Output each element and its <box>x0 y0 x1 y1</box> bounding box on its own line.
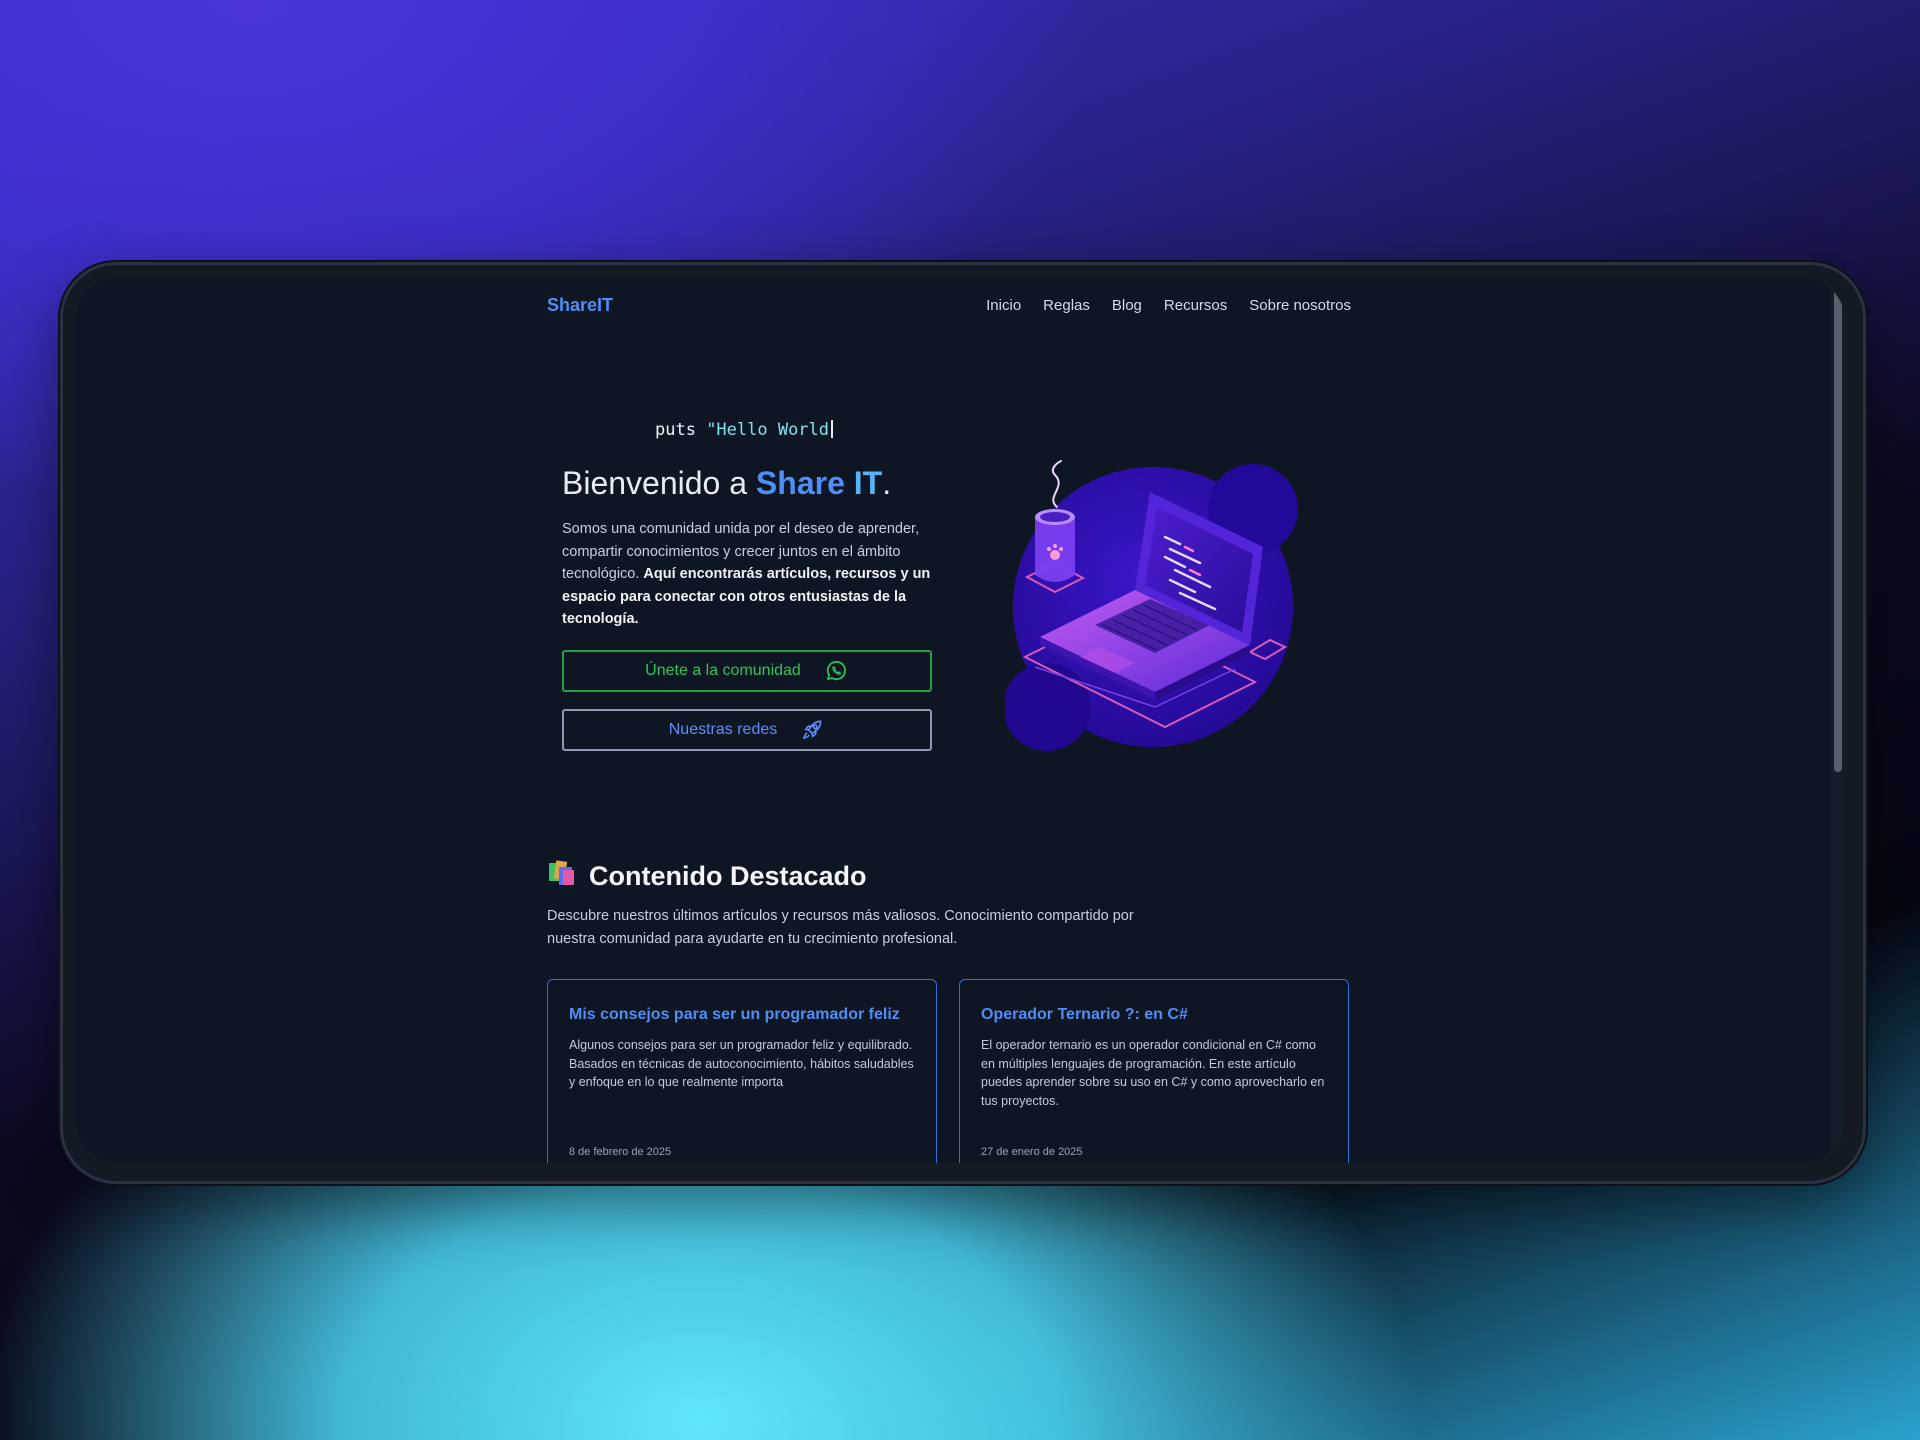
nav-link-recursos[interactable]: Recursos <box>1164 297 1227 314</box>
terminal-string: "Hello World <box>706 420 830 440</box>
social-networks-label: Nuestras redes <box>668 721 778 738</box>
hero-brand-name: Share IT <box>756 465 882 501</box>
nav-link-sobre-nosotros[interactable]: Sobre nosotros <box>1249 297 1351 314</box>
terminal-command: puts <box>655 420 707 440</box>
browser-viewport: ShareIT Inicio Reglas Blog Recursos Sobr… <box>75 277 1845 1163</box>
hero-title: Bienvenido a Share IT. <box>562 465 891 502</box>
featured-title-text: Contenido Destacado <box>589 861 867 891</box>
article-card-date: 8 de febrero de 2025 <box>569 1146 672 1158</box>
whatsapp-icon <box>823 658 849 684</box>
nav-link-blog[interactable]: Blog <box>1112 297 1142 314</box>
site-logo[interactable]: ShareIT <box>547 295 613 316</box>
article-card[interactable]: Operador Ternario ?: en C# El operador t… <box>959 979 1349 1163</box>
join-community-button[interactable]: Únete a la comunidad <box>562 650 932 692</box>
article-card[interactable]: Mis consejos para ser un programador fel… <box>547 979 937 1163</box>
rocket-icon <box>799 717 825 743</box>
featured-section-title: Contenido Destacado <box>547 859 867 894</box>
nav-link-inicio[interactable]: Inicio <box>986 297 1021 314</box>
article-card-title[interactable]: Mis consejos para ser un programador fel… <box>569 1006 915 1024</box>
hero-title-suffix: . <box>882 465 892 501</box>
scrollbar-thumb[interactable] <box>1834 287 1842 772</box>
article-card-description: El operador ternario es un operador cond… <box>981 1038 1325 1108</box>
join-community-label: Únete a la comunidad <box>645 662 801 679</box>
hero-brand-share: Share <box>755 465 845 501</box>
text-cursor <box>831 420 834 438</box>
hero-title-prefix: Bienvenido a <box>562 465 756 501</box>
hero-brand-it: IT <box>853 465 883 501</box>
social-networks-button[interactable]: Nuestras redes <box>562 709 932 751</box>
featured-description: Descubre nuestros últimos artículos y re… <box>547 908 1134 947</box>
nav-links: Inicio Reglas Blog Recursos Sobre nosotr… <box>986 297 1351 314</box>
vertical-scrollbar[interactable] <box>1831 277 1845 1163</box>
books-icon <box>547 859 577 894</box>
top-navbar: ShareIT Inicio Reglas Blog Recursos Sobr… <box>547 295 1351 325</box>
nav-link-reglas[interactable]: Reglas <box>1043 297 1090 314</box>
typing-terminal-text: puts "Hello World <box>655 420 834 440</box>
article-card-description: Algunos consejos para ser un programador… <box>569 1038 914 1089</box>
isometric-laptop-illustration <box>1003 457 1305 757</box>
article-card-date: 27 de enero de 2025 <box>981 1146 1083 1158</box>
article-card-title[interactable]: Operador Ternario ?: en C# <box>981 1006 1327 1024</box>
hero-description: Somos una comunidad unida por el deseo d… <box>562 518 942 631</box>
